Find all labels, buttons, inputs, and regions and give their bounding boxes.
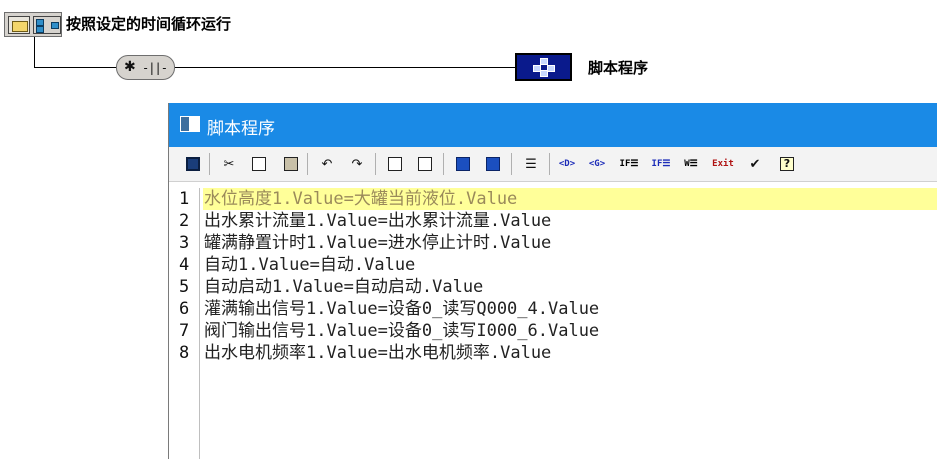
connector-line: [34, 37, 35, 67]
toolbar-separator: [549, 153, 550, 175]
line-number: 6: [179, 299, 190, 319]
exit-icon[interactable]: Exit: [712, 154, 734, 174]
paste-icon[interactable]: [281, 154, 301, 174]
indent-icon[interactable]: [453, 154, 473, 174]
folder-icon: [8, 15, 30, 34]
code-text[interactable]: 阀门输出信号1.Value=设备0_读写I000_6.Value: [203, 320, 937, 342]
code-line[interactable]: 8 出水电机频率1.Value=出水电机频率.Value: [169, 342, 937, 364]
code-line[interactable]: 5 自动启动1.Value=自动启动.Value: [169, 276, 937, 298]
toolbar-separator: [375, 153, 376, 175]
comment-icon[interactable]: ☰: [521, 154, 541, 174]
code-text[interactable]: 灌满输出信号1.Value=设备0_读写Q000_4.Value: [203, 298, 937, 320]
line-number: 5: [179, 277, 190, 297]
code-editor[interactable]: 1 水位高度1.Value=大罐当前液位.Value 2 出水累计流量1.Val…: [169, 188, 937, 459]
toolbar-separator: [511, 153, 512, 175]
strategy-title: 按照设定的时间循环运行: [66, 15, 232, 33]
code-text[interactable]: 出水电机频率1.Value=出水电机频率.Value: [203, 342, 937, 364]
window-title: 脚本程序: [207, 119, 275, 139]
code-line[interactable]: 3 罐满静置计时1.Value=进水停止计时.Value: [169, 232, 937, 254]
copy-icon[interactable]: [249, 154, 269, 174]
code-line[interactable]: 1 水位高度1.Value=大罐当前液位.Value: [169, 188, 937, 210]
help-icon[interactable]: ?: [777, 154, 797, 174]
line-number: 7: [179, 321, 190, 341]
code-text[interactable]: 出水累计流量1.Value=出水累计流量.Value: [203, 210, 937, 232]
code-text[interactable]: 水位高度1.Value=大罐当前液位.Value: [203, 188, 937, 210]
find-icon[interactable]: [385, 154, 405, 174]
code-line[interactable]: 4 自动1.Value=自动.Value: [169, 254, 937, 276]
line-number: 4: [179, 255, 190, 275]
condition-node[interactable]: -||-: [116, 55, 175, 80]
insert-g-icon[interactable]: <G>: [587, 154, 607, 174]
script-node[interactable]: [515, 53, 572, 81]
replace-icon[interactable]: [415, 154, 435, 174]
gear-icon: [124, 60, 138, 75]
outdent-icon[interactable]: [483, 154, 503, 174]
script-node-label: 脚本程序: [588, 59, 649, 77]
if-else-icon[interactable]: IF☰: [651, 154, 671, 174]
save-icon[interactable]: [183, 154, 203, 174]
connector-line: [34, 67, 116, 68]
toolbar-separator: [443, 153, 444, 175]
line-number: 3: [179, 233, 190, 253]
check-icon[interactable]: ✔: [745, 154, 765, 174]
line-number: 8: [179, 343, 190, 363]
code-text[interactable]: 自动1.Value=自动.Value: [203, 254, 937, 276]
insert-d-icon[interactable]: <D>: [557, 154, 577, 174]
code-line[interactable]: 2 出水累计流量1.Value=出水累计流量.Value: [169, 210, 937, 232]
code-text[interactable]: 自动启动1.Value=自动启动.Value: [203, 276, 937, 298]
script-node-icon: [532, 58, 556, 77]
window-icon: [180, 116, 200, 132]
undo-icon[interactable]: ↶: [317, 154, 337, 174]
line-number: 2: [179, 211, 190, 231]
flowchart-icon: [33, 15, 61, 34]
condition-icon: -||-: [142, 60, 168, 75]
script-editor-window: 脚本程序 ✂ ↶ ↷ ☰ <D> <G> IF☰ IF☰ W☰ Exit ✔ ?…: [168, 103, 937, 459]
toolbar-separator: [209, 153, 210, 175]
toolbar-separator: [307, 153, 308, 175]
code-line[interactable]: 7 阀门输出信号1.Value=设备0_读写I000_6.Value: [169, 320, 937, 342]
code-text[interactable]: 罐满静置计时1.Value=进水停止计时.Value: [203, 232, 937, 254]
loop-strategy-node[interactable]: [4, 12, 62, 37]
window-titlebar[interactable]: 脚本程序: [169, 103, 937, 147]
cut-icon[interactable]: ✂: [219, 154, 239, 174]
while-icon[interactable]: W☰: [681, 154, 701, 174]
connector-line: [175, 67, 515, 68]
if-then-icon[interactable]: IF☰: [619, 154, 639, 174]
redo-icon[interactable]: ↷: [347, 154, 367, 174]
line-number: 1: [179, 189, 190, 209]
code-line[interactable]: 6 灌满输出信号1.Value=设备0_读写Q000_4.Value: [169, 298, 937, 320]
editor-toolbar: ✂ ↶ ↷ ☰ <D> <G> IF☰ IF☰ W☰ Exit ✔ ?: [169, 147, 937, 182]
